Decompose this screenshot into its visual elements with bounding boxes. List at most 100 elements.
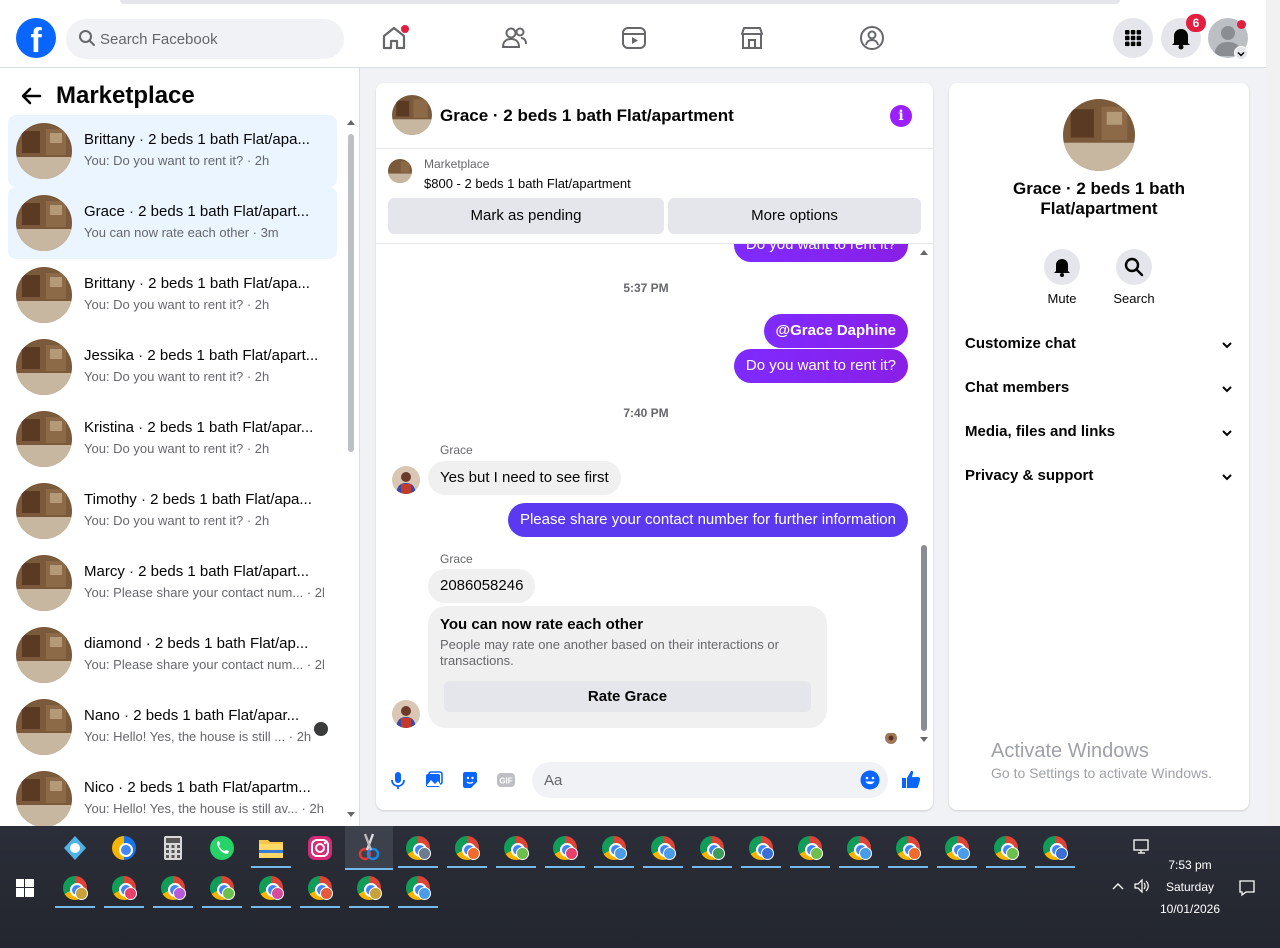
conversation-item[interactable]: Jessika · 2 beds 1 bath Flat/apart... Yo… — [8, 331, 337, 403]
conversation-item[interactable]: Grace · 2 beds 1 bath Flat/apart... You … — [8, 187, 337, 259]
search-input[interactable] — [100, 19, 330, 59]
page-scrollbar[interactable] — [1266, 0, 1280, 826]
section-media-files-links[interactable]: Media, files and links — [965, 421, 1233, 445]
chrome-profile-icon[interactable] — [104, 868, 144, 908]
sidebar-scroll-thumb[interactable] — [348, 134, 354, 452]
listing-title[interactable]: $800 - 2 beds 1 bath Flat/apartment — [424, 176, 631, 191]
clock-time[interactable]: 7:53 pm — [1160, 858, 1220, 872]
outgoing-message: Do you want to rent it? — [733, 349, 908, 383]
chrome-profile-icon[interactable] — [986, 828, 1026, 868]
section-customize-chat[interactable]: Customize chat — [965, 333, 1233, 357]
chrome-profile-icon[interactable] — [643, 828, 683, 868]
conversation-item[interactable]: Marcy · 2 beds 1 bath Flat/apart... You:… — [8, 547, 337, 619]
conversation-item[interactable]: Nano · 2 beds 1 bath Flat/apar... You: H… — [8, 691, 337, 763]
clock-date[interactable]: 10/01/2026 — [1154, 902, 1226, 916]
message-input[interactable] — [544, 762, 844, 798]
scroll-up-arrow-icon[interactable] — [920, 250, 928, 255]
chrome-beta-icon[interactable] — [104, 828, 144, 868]
marketplace-icon[interactable] — [738, 24, 766, 52]
timestamp: 7:40 PM — [623, 406, 669, 420]
conversation-item[interactable]: diamond · 2 beds 1 bath Flat/ap... You: … — [8, 619, 337, 691]
copilot-icon[interactable] — [55, 828, 95, 868]
active-indicator — [300, 906, 340, 908]
snipping-tool-icon[interactable] — [345, 826, 393, 870]
search-box[interactable] — [66, 19, 344, 59]
conversation-item[interactable]: Kristina · 2 beds 1 bath Flat/apar... Yo… — [8, 403, 337, 475]
account-chevron-down-icon[interactable] — [1234, 46, 1248, 60]
chrome-profile-icon[interactable] — [1035, 828, 1075, 868]
info-icon[interactable]: i — [890, 105, 912, 127]
active-indicator — [986, 866, 1026, 868]
chrome-profile-icon[interactable] — [398, 868, 438, 908]
more-options-button[interactable]: More options — [668, 198, 921, 234]
calculator-icon[interactable] — [153, 828, 193, 868]
chrome-profile-icon[interactable] — [55, 868, 95, 908]
chrome-profile-icon[interactable] — [496, 828, 536, 868]
chat-listing-avatar[interactable] — [392, 95, 432, 135]
chrome-profile-icon[interactable] — [447, 828, 487, 868]
conversation-item[interactable]: Nico · 2 beds 1 bath Flat/apartm... You:… — [8, 763, 337, 826]
instagram-icon[interactable] — [300, 828, 340, 868]
chrome-profile-icon[interactable] — [349, 868, 389, 908]
chrome-profile-icon[interactable] — [692, 828, 732, 868]
chrome-profile-icon[interactable] — [594, 828, 634, 868]
chat-scroll-thumb[interactable] — [921, 545, 927, 731]
chrome-profile-icon[interactable] — [251, 868, 291, 908]
chrome-profile-icon[interactable] — [839, 828, 879, 868]
conversation-item[interactable]: Timothy · 2 beds 1 bath Flat/apa... You:… — [8, 475, 337, 547]
friends-icon[interactable] — [500, 24, 528, 52]
clock-day[interactable]: Saturday — [1160, 880, 1220, 894]
search-action[interactable]: Search — [1104, 249, 1164, 306]
scroll-down-arrow-icon[interactable] — [920, 737, 928, 742]
conversation-item[interactable]: Brittany · 2 beds 1 bath Flat/apa... You… — [8, 115, 337, 187]
chevron-down-icon — [1222, 342, 1232, 349]
chrome-profile-icon[interactable] — [741, 828, 781, 868]
chrome-profile-icon[interactable] — [937, 828, 977, 868]
mark-as-pending-button[interactable]: Mark as pending — [388, 198, 664, 234]
message-input-box[interactable] — [532, 762, 888, 798]
network-icon[interactable] — [1133, 839, 1151, 855]
chat-scrollbar[interactable] — [917, 244, 931, 748]
action-center-icon[interactable] — [1238, 879, 1256, 897]
facebook-logo[interactable]: f — [16, 18, 56, 58]
grace-avatar[interactable] — [392, 466, 420, 494]
whatsapp-icon[interactable] — [202, 828, 242, 868]
microphone-icon[interactable] — [388, 770, 408, 790]
section-label: Chat members — [965, 379, 1070, 396]
rate-grace-button[interactable]: Rate Grace — [444, 681, 811, 712]
mute-action[interactable]: Mute — [1032, 249, 1092, 306]
photo-icon[interactable] — [424, 770, 444, 790]
chevron-up-icon[interactable] — [1111, 881, 1125, 891]
sticker-icon[interactable] — [460, 770, 480, 790]
scroll-up-arrow-icon[interactable] — [347, 120, 355, 125]
groups-icon[interactable] — [858, 24, 886, 52]
active-indicator — [643, 866, 683, 868]
back-arrow-icon[interactable] — [20, 85, 42, 107]
details-listing-avatar[interactable] — [1063, 99, 1135, 171]
volume-icon[interactable] — [1133, 878, 1151, 894]
emoji-icon[interactable] — [860, 770, 880, 790]
grace-avatar[interactable] — [392, 700, 420, 728]
gif-icon[interactable]: GIF — [496, 770, 516, 790]
chrome-profile-icon[interactable] — [888, 828, 928, 868]
file-explorer-icon[interactable] — [251, 828, 291, 868]
chrome-profile-icon[interactable] — [202, 868, 242, 908]
chrome-profile-icon[interactable] — [790, 828, 830, 868]
chrome-profile-icon[interactable] — [398, 828, 438, 868]
search-label: Search — [1113, 291, 1155, 306]
menu-button[interactable] — [1113, 18, 1153, 58]
conversation-item[interactable]: Brittany · 2 beds 1 bath Flat/apa... You… — [8, 259, 337, 331]
like-icon[interactable] — [900, 768, 922, 790]
scroll-down-arrow-icon[interactable] — [347, 812, 355, 817]
message-thread: Do you want to rent it? 5:37 PM @Grace D… — [376, 244, 933, 748]
section-chat-members[interactable]: Chat members — [965, 377, 1233, 401]
sidebar-scrollbar[interactable] — [346, 116, 356, 826]
chat-title[interactable]: Grace · 2 beds 1 bath Flat/apartment — [440, 106, 734, 126]
windows-start-icon[interactable] — [16, 879, 34, 897]
active-indicator — [545, 866, 585, 868]
video-icon[interactable] — [620, 24, 648, 52]
section-privacy-support[interactable]: Privacy & support — [965, 465, 1233, 489]
chrome-profile-icon[interactable] — [300, 868, 340, 908]
chrome-profile-icon[interactable] — [153, 868, 193, 908]
chrome-profile-icon[interactable] — [545, 828, 585, 868]
